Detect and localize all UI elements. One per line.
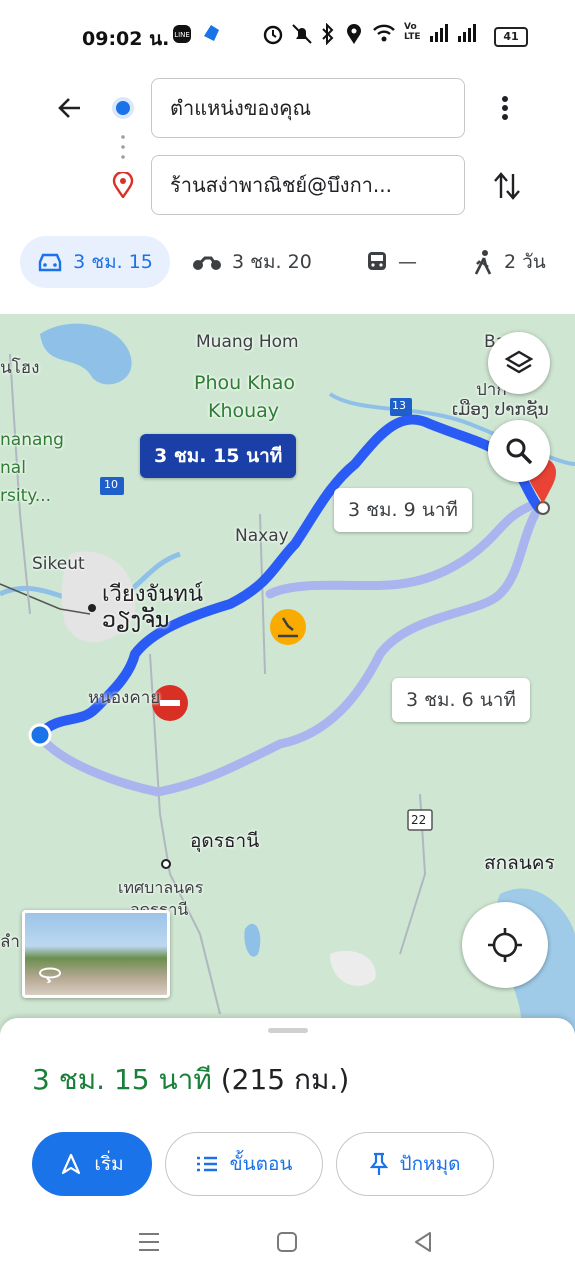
destination-input[interactable]: ร้านสง่าพาณิชย์@บึงกา...	[151, 155, 465, 215]
swap-button[interactable]	[488, 166, 526, 206]
origin-marker	[28, 723, 52, 747]
alarm-icon	[262, 23, 284, 49]
layers-icon	[504, 350, 534, 374]
route-label-selected[interactable]: 3 ชม. 15 นาที	[140, 434, 297, 478]
mode-motorcycle-label: 3 ชม. 20	[232, 251, 312, 273]
place-muang-hom: Muang Hom	[196, 332, 299, 352]
route-duration: 3 ชม. 15 นาที	[32, 1063, 212, 1096]
wifi-icon	[372, 23, 396, 47]
mode-walk[interactable]: 2 วัน	[472, 236, 546, 288]
place-vientiane-th: เวียงจันทน์	[102, 582, 203, 607]
place-edge-4: rsity...	[0, 486, 52, 506]
route-connector-dots	[121, 134, 125, 166]
vientiane-capital-dot	[88, 604, 96, 612]
place-edge-3: nal	[0, 458, 26, 478]
layers-button[interactable]	[488, 332, 550, 394]
messenger-icon	[202, 24, 220, 46]
swap-vert-icon	[494, 172, 520, 200]
pin-icon	[369, 1152, 388, 1175]
shield-10-label: 10	[104, 478, 118, 491]
place-naxay: Naxay	[235, 526, 289, 546]
mode-drive-label: 3 ชม. 15	[73, 251, 153, 273]
place-vientiane-lao: ວຽງຈັນ	[102, 608, 170, 633]
place-edge-2: nanang	[0, 430, 64, 450]
signal-icon	[430, 24, 486, 48]
svg-text:LINE: LINE	[174, 31, 190, 39]
udon-city-dot	[161, 859, 171, 869]
lake-south	[244, 923, 261, 957]
mute-icon	[291, 23, 313, 49]
back-icon[interactable]	[412, 1231, 434, 1253]
shield-13-label: 13	[392, 399, 406, 412]
route-label-alt-1[interactable]: 3 ชม. 9 นาที	[334, 488, 472, 532]
road-minor-1	[9, 353, 31, 615]
steps-button[interactable]: ขั้นตอน	[165, 1132, 323, 1196]
walk-icon	[472, 249, 494, 275]
train-icon	[366, 250, 388, 274]
origin-dot-icon	[112, 97, 134, 123]
route-summary: 3 ชม. 15 นาที (215 กม.)	[32, 1058, 349, 1102]
system-nav-bar	[0, 1206, 575, 1280]
status-bar: 09:02 น. LINE Vo LTE 41	[0, 0, 575, 72]
status-time: 09:02 น.	[82, 28, 170, 50]
place-nong-khai: หนองคาย	[88, 688, 161, 708]
place-khouay: Khouay	[208, 400, 280, 422]
navigation-arrow-icon	[62, 1153, 81, 1175]
pin-button[interactable]: ปักหมุด	[336, 1132, 494, 1196]
reservoir-shape	[40, 323, 132, 385]
shield-22-label: 22	[411, 813, 427, 827]
place-sikeut: Sikeut	[32, 554, 85, 574]
origin-input[interactable]: ตำแหน่งของคุณ	[151, 78, 465, 138]
car-icon	[37, 251, 63, 273]
place-phou-khao: Phou Khao	[194, 372, 295, 394]
place-pak-lao: ເມືອງ ປາກຊັນ	[452, 400, 549, 420]
steps-label: ขั้นตอน	[229, 1153, 293, 1175]
search-along-route-button[interactable]	[488, 420, 550, 482]
mode-transit-label: —	[398, 251, 417, 273]
back-arrow-icon	[58, 98, 80, 118]
route-label-alt-2[interactable]: 3 ชม. 6 นาที	[392, 678, 530, 722]
line-icon: LINE	[172, 24, 192, 48]
street-view-thumbnail[interactable]	[22, 910, 170, 998]
place-sakon-nakhon: สกลนคร	[484, 852, 555, 874]
motorcycle-icon	[192, 252, 222, 272]
location-icon	[345, 23, 363, 49]
start-label: เริ่ม	[94, 1153, 124, 1175]
place-udon-thani: อุดรธานี	[190, 830, 260, 852]
more-vert-icon	[502, 96, 508, 120]
my-location-button[interactable]	[462, 902, 548, 988]
urban-patch	[330, 950, 376, 986]
list-icon	[196, 1156, 217, 1172]
route-distance: (215 กม.)	[220, 1063, 350, 1096]
sheet-drag-handle[interactable]	[268, 1028, 308, 1033]
start-button[interactable]: เริ่ม	[32, 1132, 152, 1196]
battery-indicator: 41	[494, 27, 528, 47]
place-edge-5: ลำ	[0, 932, 20, 952]
more-options-button[interactable]	[490, 88, 520, 128]
place-edge-1: นโฮง	[0, 358, 40, 378]
home-icon[interactable]	[276, 1231, 298, 1253]
destination-pin-icon	[112, 170, 134, 202]
street-view-360-icon	[39, 967, 62, 983]
mode-motorcycle[interactable]: 3 ชม. 20	[192, 236, 312, 288]
search-icon	[506, 438, 533, 465]
map-view[interactable]: 13 10 22 Muang Hom Phou Khao Khouay Naxa…	[0, 314, 575, 1034]
mode-drive[interactable]: 3 ชม. 15	[20, 236, 170, 288]
pin-label: ปักหมุด	[399, 1153, 461, 1175]
bluetooth-icon	[320, 22, 336, 49]
back-button[interactable]	[50, 88, 90, 128]
crosshair-icon	[488, 928, 522, 962]
mode-walk-label: 2 วัน	[504, 251, 546, 273]
menu-icon[interactable]	[138, 1232, 160, 1252]
volte-icon: Vo LTE	[404, 22, 421, 42]
mode-transit[interactable]: —	[366, 236, 417, 288]
